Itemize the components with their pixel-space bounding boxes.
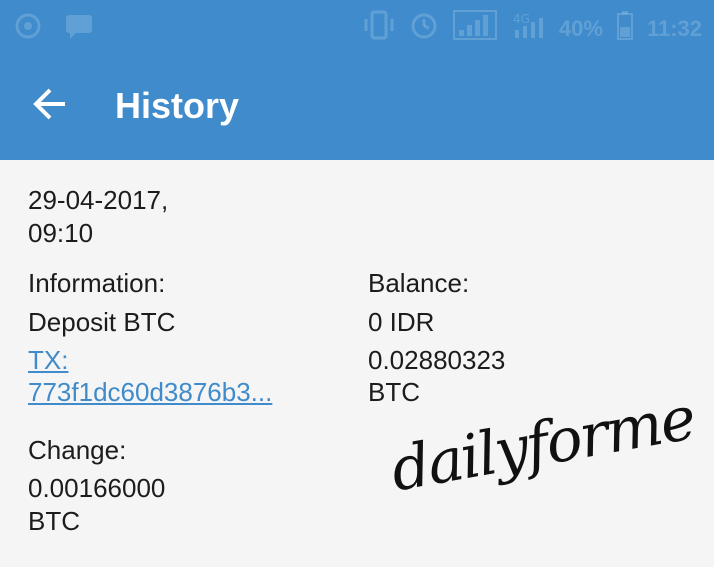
back-button[interactable]	[30, 84, 70, 124]
clock-time: 11:32	[646, 15, 702, 41]
entry-time: 09:10	[28, 218, 94, 248]
chat-bubble-icon	[64, 12, 94, 47]
change-label: Change:	[28, 435, 127, 465]
tx-label-link[interactable]: TX:	[28, 344, 68, 376]
app-bar: 4G 40% 11:32 History	[0, 0, 714, 160]
signal-wave-icon	[14, 12, 42, 47]
tx-hash-link[interactable]: 773f1dc60d3876b3...	[28, 376, 272, 408]
balance-btc-unit: BTC	[368, 377, 420, 407]
information-label: Information:	[28, 268, 166, 298]
svg-text:4G: 4G	[513, 12, 530, 26]
status-bar: 4G 40% 11:32	[0, 0, 714, 52]
network-4g-icon: 4G	[511, 10, 545, 47]
battery-percent: 40%	[558, 15, 603, 41]
history-entry: 29-04-2017, 09:10 Information: Deposit B…	[0, 160, 714, 567]
change-amount: 0.00166000	[28, 473, 166, 503]
battery-icon	[616, 10, 633, 47]
information-value: Deposit BTC	[28, 307, 176, 337]
balance-idr: 0 IDR	[368, 307, 435, 337]
balance-label: Balance:	[368, 268, 470, 298]
change-unit: BTC	[28, 506, 80, 536]
alarm-icon	[409, 10, 439, 47]
cellular-signal-icon	[452, 10, 497, 47]
arrow-left-icon	[33, 88, 65, 120]
page-title: History	[115, 85, 240, 126]
vibrate-icon	[363, 10, 395, 47]
balance-btc-amount: 0.02880323	[368, 345, 506, 375]
entry-date: 29-04-2017,	[28, 185, 169, 215]
